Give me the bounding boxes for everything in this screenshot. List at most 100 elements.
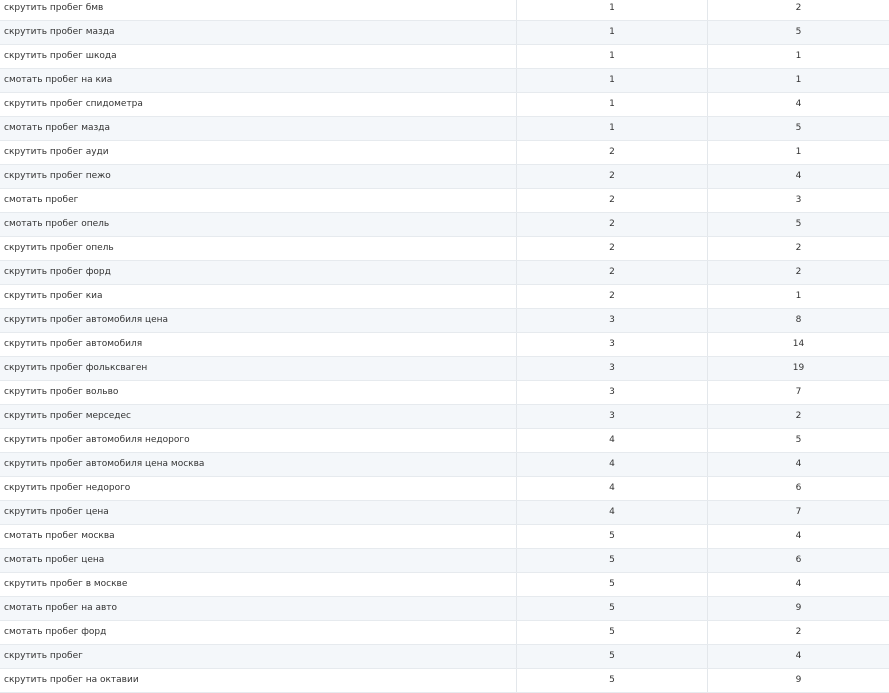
position-cell: 3 — [516, 309, 707, 332]
table-row[interactable]: скрутить пробег фольксваген 3 19 — [0, 357, 889, 381]
count-cell: 4 — [707, 93, 889, 116]
count-cell: 5 — [707, 117, 889, 140]
position-cell: 2 — [516, 189, 707, 212]
table-row[interactable]: скрутить пробег вольво 3 7 — [0, 381, 889, 405]
table-row[interactable]: скрутить пробег киа 2 1 — [0, 285, 889, 309]
query-cell: скрутить пробег бмв — [4, 3, 104, 13]
position-cell: 4 — [516, 453, 707, 476]
position-cell: 5 — [516, 525, 707, 548]
table-row[interactable]: скрутить пробег ауди 2 1 — [0, 141, 889, 165]
position-cell: 2 — [516, 141, 707, 164]
count-cell: 7 — [707, 381, 889, 404]
position-cell: 5 — [516, 645, 707, 668]
query-cell: скрутить пробег мерседес — [4, 411, 131, 421]
query-cell: скрутить пробег автомобиля цена москва — [4, 459, 205, 469]
table-row[interactable]: скрутить пробег спидометра 1 4 — [0, 93, 889, 117]
query-cell: смотать пробег мазда — [4, 123, 111, 133]
table-row[interactable]: смотать пробег форд 5 2 — [0, 621, 889, 645]
table-row[interactable]: скрутить пробег 5 4 — [0, 645, 889, 669]
query-cell: скрутить пробег шкода — [4, 51, 117, 61]
position-cell: 3 — [516, 333, 707, 356]
query-cell: скрутить пробег вольво — [4, 387, 119, 397]
position-cell: 1 — [516, 45, 707, 68]
count-cell: 6 — [707, 477, 889, 500]
count-cell: 14 — [707, 333, 889, 356]
position-cell: 1 — [516, 93, 707, 116]
table-row[interactable]: скрутить пробег форд 2 2 — [0, 261, 889, 285]
position-cell: 5 — [516, 573, 707, 596]
count-cell: 4 — [707, 645, 889, 668]
query-cell: скрутить пробег на октавии — [4, 675, 139, 685]
table-row[interactable]: смотать пробег цена 5 6 — [0, 549, 889, 573]
query-cell: скрутить пробег фольксваген — [4, 363, 148, 373]
table-row[interactable]: скрутить пробег цена 4 7 — [0, 501, 889, 525]
position-cell: 1 — [516, 117, 707, 140]
table-row[interactable]: скрутить пробег мерседес 3 2 — [0, 405, 889, 429]
table-row[interactable]: скрутить пробег опель 2 2 — [0, 237, 889, 261]
count-cell: 19 — [707, 357, 889, 380]
table-row[interactable]: скрутить пробег автомобиля 3 14 — [0, 333, 889, 357]
position-cell: 1 — [516, 0, 707, 20]
count-cell: 7 — [707, 501, 889, 524]
position-cell: 5 — [516, 549, 707, 572]
table-row[interactable]: скрутить пробег мазда 1 5 — [0, 21, 889, 45]
count-cell: 1 — [707, 45, 889, 68]
table-row[interactable]: скрутить пробег недорого 4 6 — [0, 477, 889, 501]
position-cell: 3 — [516, 405, 707, 428]
table-row[interactable]: скрутить пробег автомобиля цена москва 4 4 — [0, 453, 889, 477]
query-cell: смотать пробег москва — [4, 531, 115, 541]
position-cell: 3 — [516, 357, 707, 380]
table-row[interactable]: смотать пробег на киа 1 1 — [0, 69, 889, 93]
position-cell: 2 — [516, 213, 707, 236]
query-cell: смотать пробег опель — [4, 219, 110, 229]
table-row[interactable]: смотать пробег москва 5 4 — [0, 525, 889, 549]
position-cell: 5 — [516, 669, 707, 692]
table-row[interactable]: скрутить пробег на октавии 5 9 — [0, 669, 889, 693]
table-row[interactable]: скрутить пробег бмв 1 2 — [0, 0, 889, 21]
query-cell: смотать пробег — [4, 195, 79, 205]
query-cell: скрутить пробег автомобиля цена — [4, 315, 169, 325]
table-row[interactable]: смотать пробег опель 2 5 — [0, 213, 889, 237]
count-cell: 2 — [707, 261, 889, 284]
table-row[interactable]: скрутить пробег пежо 2 4 — [0, 165, 889, 189]
table-row[interactable]: скрутить пробег в москве 5 4 — [0, 573, 889, 597]
position-cell: 4 — [516, 501, 707, 524]
table-row[interactable]: смотать пробег 2 3 — [0, 189, 889, 213]
count-cell: 5 — [707, 21, 889, 44]
query-cell: скрутить пробег спидометра — [4, 99, 143, 109]
query-cell: смотать пробег форд — [4, 627, 107, 637]
query-cell: скрутить пробег недорого — [4, 483, 131, 493]
query-cell: скрутить пробег в москве — [4, 579, 128, 589]
position-cell: 4 — [516, 429, 707, 452]
keyword-table: скрутить пробег бмв 1 2 скрутить пробег маз… — [0, 0, 889, 693]
query-cell: смотать пробег на авто — [4, 603, 118, 613]
count-cell: 3 — [707, 189, 889, 212]
count-cell: 9 — [707, 669, 889, 692]
table-row[interactable]: смотать пробег на авто 5 9 — [0, 597, 889, 621]
count-cell: 5 — [707, 213, 889, 236]
count-cell: 2 — [707, 237, 889, 260]
count-cell: 2 — [707, 405, 889, 428]
position-cell: 2 — [516, 261, 707, 284]
count-cell: 1 — [707, 69, 889, 92]
count-cell: 8 — [707, 309, 889, 332]
table-row[interactable]: смотать пробег мазда 1 5 — [0, 117, 889, 141]
position-cell: 2 — [516, 285, 707, 308]
count-cell: 4 — [707, 573, 889, 596]
count-cell: 4 — [707, 165, 889, 188]
table-row[interactable]: скрутить пробег автомобиля недорого 4 5 — [0, 429, 889, 453]
position-cell: 4 — [516, 477, 707, 500]
position-cell: 2 — [516, 237, 707, 260]
query-cell: скрутить пробег ауди — [4, 147, 109, 157]
query-cell: скрутить пробег опель — [4, 243, 114, 253]
query-cell: скрутить пробег пежо — [4, 171, 111, 181]
position-cell: 2 — [516, 165, 707, 188]
query-cell: смотать пробег цена — [4, 555, 105, 565]
count-cell: 6 — [707, 549, 889, 572]
count-cell: 2 — [707, 0, 889, 20]
table-row[interactable]: скрутить пробег шкода 1 1 — [0, 45, 889, 69]
table-row[interactable]: скрутить пробег автомобиля цена 3 8 — [0, 309, 889, 333]
position-cell: 5 — [516, 621, 707, 644]
position-cell: 1 — [516, 21, 707, 44]
position-cell: 1 — [516, 69, 707, 92]
